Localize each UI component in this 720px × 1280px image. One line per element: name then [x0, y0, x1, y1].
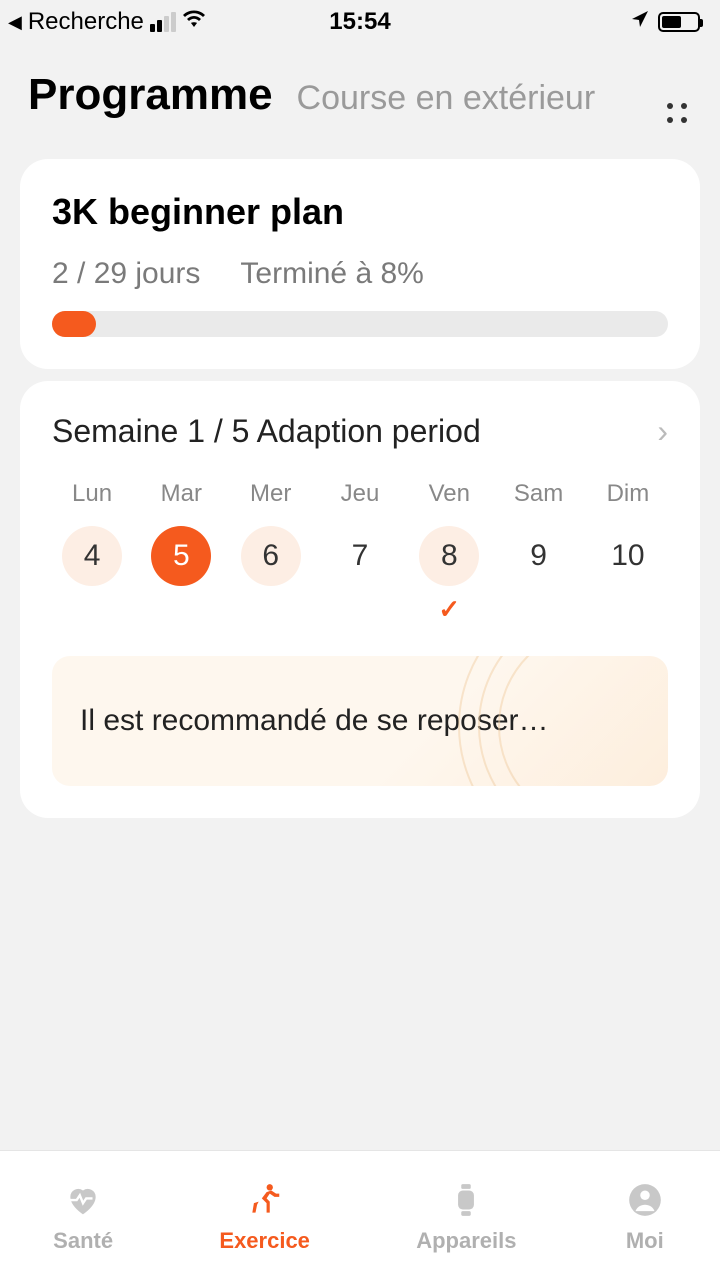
day-number: 8	[419, 526, 479, 586]
nav-label: Appareils	[416, 1228, 516, 1254]
check-icon: ✓	[438, 594, 460, 620]
person-icon	[623, 1178, 667, 1222]
heart-icon	[61, 1178, 105, 1222]
tab-course-exterieur[interactable]: Course en extérieur	[297, 79, 638, 118]
signal-icon	[150, 12, 176, 32]
day-label: Dim	[607, 480, 650, 508]
day-number: 10	[598, 526, 658, 586]
day-label: Ven	[429, 480, 470, 508]
day-number: 5	[151, 526, 211, 586]
status-back[interactable]: ◀ Recherche	[8, 8, 206, 36]
plan-progress-fill	[52, 311, 96, 337]
day-ven[interactable]: Ven 8 ✓	[409, 480, 489, 620]
day-jeu[interactable]: Jeu 7	[320, 480, 400, 620]
nav-exercice[interactable]: Exercice	[219, 1178, 310, 1254]
runner-icon	[243, 1178, 287, 1222]
day-label: Jeu	[341, 480, 380, 508]
tip-card[interactable]: Il est recommandé de se reposer…	[52, 656, 668, 786]
plan-completion: Terminé à 8%	[240, 257, 423, 291]
status-back-label: Recherche	[28, 8, 144, 36]
nav-santé[interactable]: Santé	[53, 1178, 113, 1254]
day-number: 7	[330, 526, 390, 586]
day-label: Mar	[161, 480, 202, 508]
nav-label: Moi	[626, 1228, 664, 1254]
day-label: Sam	[514, 480, 563, 508]
week-card: Semaine 1 / 5 Adaption period › Lun 4 Mar 5…	[20, 381, 700, 818]
status-time: 15:54	[329, 8, 390, 36]
days-row: Lun 4 Mar 5 Mer 6 Jeu 7 Ven 8 ✓ Sam 9 Dim 10	[52, 480, 668, 620]
plan-title: 3K beginner plan	[52, 191, 668, 233]
watch-icon	[444, 1178, 488, 1222]
day-dim[interactable]: Dim 10	[588, 480, 668, 620]
day-mer[interactable]: Mer 6	[231, 480, 311, 620]
day-sam[interactable]: Sam 9	[499, 480, 579, 620]
bottom-nav: Santé Exercice Appareils Moi	[0, 1150, 720, 1280]
day-lun[interactable]: Lun 4	[52, 480, 132, 620]
location-icon	[630, 9, 650, 35]
week-title: Semaine 1 / 5 Adaption period	[52, 413, 481, 450]
back-triangle-icon: ◀	[8, 12, 22, 33]
menu-dots-icon[interactable]	[662, 103, 692, 123]
nav-label: Exercice	[219, 1228, 310, 1254]
plan-progress	[52, 311, 668, 337]
day-number: 6	[241, 526, 301, 586]
day-label: Lun	[72, 480, 112, 508]
page-header: Programme Course en extérieur	[0, 40, 720, 147]
tab-programme[interactable]: Programme	[28, 70, 273, 120]
nav-label: Santé	[53, 1228, 113, 1254]
plan-days: 2 / 29 jours	[52, 257, 200, 291]
day-number: 4	[62, 526, 122, 586]
wifi-icon	[182, 9, 206, 35]
decorative-arcs	[448, 656, 668, 786]
battery-icon	[658, 12, 700, 32]
day-mar[interactable]: Mar 5	[141, 480, 221, 620]
nav-moi[interactable]: Moi	[623, 1178, 667, 1254]
nav-appareils[interactable]: Appareils	[416, 1178, 516, 1254]
week-header[interactable]: Semaine 1 / 5 Adaption period ›	[52, 413, 668, 450]
plan-card[interactable]: 3K beginner plan 2 / 29 jours Terminé à …	[20, 159, 700, 369]
chevron-right-icon: ›	[657, 413, 668, 450]
day-label: Mer	[250, 480, 291, 508]
status-bar: ◀ Recherche 15:54	[0, 0, 720, 40]
day-number: 9	[509, 526, 569, 586]
